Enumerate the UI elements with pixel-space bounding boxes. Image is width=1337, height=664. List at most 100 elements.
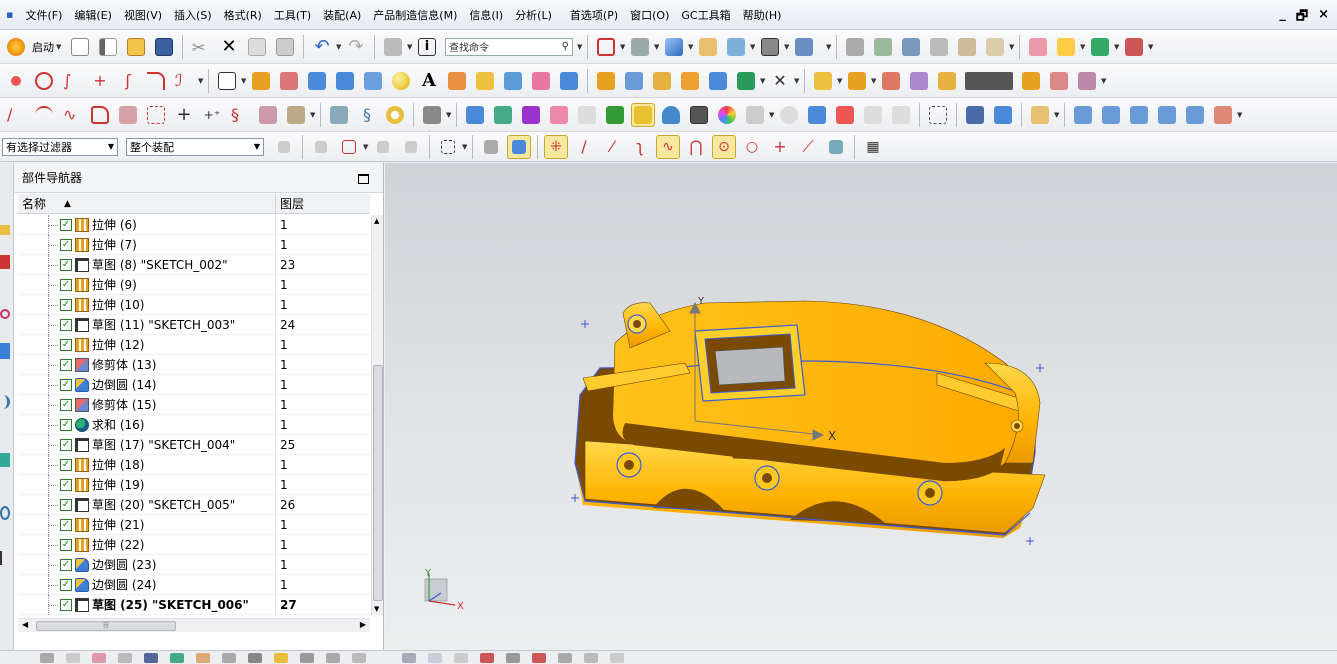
feature-tree-row[interactable]: ✓ 修剪体 (15) 1	[18, 394, 370, 415]
chevron-down-icon[interactable]: ▼	[310, 111, 316, 119]
snap-perpendicular-icon[interactable]: ⟋	[796, 135, 820, 159]
caliper-model[interactable]	[574, 300, 1046, 538]
paste-icon[interactable]	[273, 35, 297, 59]
chevron-down-icon[interactable]: ▼	[363, 143, 369, 151]
redo-icon[interactable]: ↷	[344, 35, 368, 59]
restore-icon[interactable]: 🗗	[1296, 7, 1308, 29]
menu-information[interactable]: 信息(I)	[463, 7, 509, 23]
snap-intersection-icon[interactable]: +	[768, 135, 792, 159]
analysis-icon[interactable]	[1054, 35, 1078, 59]
chevron-down-icon[interactable]: ▼	[826, 43, 832, 51]
cone-icon[interactable]	[361, 69, 385, 93]
minimize-icon[interactable]: _	[1279, 7, 1286, 29]
feature-tree-row[interactable]: ✓ 边倒圆 (24) 1	[18, 574, 370, 595]
app-icon[interactable]: ▪	[0, 8, 19, 21]
revolve-tool-icon[interactable]	[277, 69, 301, 93]
scene-icon[interactable]	[889, 103, 913, 127]
book-icon[interactable]	[622, 69, 646, 93]
info-icon[interactable]: i	[415, 35, 439, 59]
visibility-checkbox[interactable]: ✓	[60, 598, 72, 611]
assembly-constraints-icon[interactable]	[420, 103, 444, 127]
filter-4-icon[interactable]	[399, 135, 423, 159]
visibility-checkbox[interactable]: ✓	[60, 378, 72, 391]
expression-icon[interactable]	[327, 103, 351, 127]
scroll-up-icon[interactable]: ▲	[374, 217, 379, 225]
visibility-checkbox[interactable]: ✓	[60, 438, 72, 451]
visibility-checkbox[interactable]: ✓	[60, 578, 72, 591]
pattern-feature-icon[interactable]	[678, 69, 702, 93]
chevron-down-icon[interactable]: ▼	[198, 77, 204, 85]
chevron-down-icon[interactable]: ▼	[1114, 43, 1120, 51]
pocket-icon[interactable]	[501, 69, 525, 93]
pen-icon[interactable]	[519, 103, 543, 127]
stage-icon[interactable]	[861, 103, 885, 127]
part-navigator-icon[interactable]	[96, 35, 120, 59]
chevron-down-icon[interactable]: ▼	[446, 111, 452, 119]
surface-6-icon[interactable]	[1211, 103, 1235, 127]
hole-icon[interactable]	[445, 69, 469, 93]
copy-icon[interactable]	[245, 35, 269, 59]
curve-icon[interactable]	[32, 69, 56, 93]
resource-clock-icon[interactable]	[0, 506, 10, 520]
drafting-icon[interactable]	[899, 35, 923, 59]
select-body-icon[interactable]	[479, 135, 503, 159]
cylinder-icon[interactable]	[333, 69, 357, 93]
project-curve-icon[interactable]	[116, 103, 140, 127]
offset-face-icon[interactable]	[594, 69, 618, 93]
text-icon[interactable]: A	[417, 69, 441, 93]
close-icon[interactable]: ×	[1318, 7, 1329, 29]
bottom-tool-14-icon[interactable]	[402, 652, 416, 663]
measure-icon[interactable]	[1026, 35, 1050, 59]
bottom-tool-19-icon[interactable]	[532, 652, 546, 663]
chevron-down-icon[interactable]: ▼	[750, 43, 756, 51]
background-icon[interactable]	[758, 35, 782, 59]
patch-icon[interactable]	[1075, 69, 1099, 93]
split-body-icon[interactable]	[1019, 69, 1043, 93]
selection-filter-dropdown[interactable]: 有选择过滤器 ▼	[2, 137, 118, 156]
highlight-icon[interactable]	[631, 102, 655, 127]
bottom-tool-9-icon[interactable]	[248, 652, 262, 663]
visibility-checkbox[interactable]: ✓	[60, 558, 72, 571]
snap-existing-icon[interactable]	[824, 135, 848, 159]
studio-spline-icon[interactable]: ∿	[60, 103, 84, 127]
sphere-icon[interactable]	[389, 69, 413, 93]
chevron-down-icon[interactable]: ▼	[794, 77, 800, 85]
bottom-tool-3-icon[interactable]	[92, 652, 106, 663]
bottom-tool-4-icon[interactable]	[118, 652, 132, 663]
visibility-checkbox[interactable]: ✓	[60, 218, 72, 231]
chevron-down-icon[interactable]: ▼	[577, 43, 583, 51]
visibility-checkbox[interactable]: ✓	[60, 418, 72, 431]
menu-assembly[interactable]: 装配(A)	[317, 7, 367, 23]
bottom-tool-20-icon[interactable]	[558, 652, 572, 663]
visibility-checkbox[interactable]: ✓	[60, 498, 72, 511]
repeat-command-icon[interactable]	[381, 35, 405, 59]
point-icon[interactable]	[4, 69, 28, 93]
bottom-tool-22-icon[interactable]	[610, 652, 624, 663]
cross-curve-icon[interactable]: +	[88, 69, 112, 93]
chevron-down-icon[interactable]: ▼	[769, 111, 775, 119]
bottom-tool-18-icon[interactable]	[506, 652, 520, 663]
decal-icon[interactable]	[833, 103, 857, 127]
spring-icon[interactable]: §	[355, 103, 379, 127]
snap-point-icon[interactable]	[337, 135, 361, 159]
bottom-tool-17-icon[interactable]	[480, 652, 494, 663]
point-set-icon[interactable]: +	[172, 103, 196, 127]
trim-icon[interactable]	[935, 69, 959, 93]
bottom-tool-5-icon[interactable]	[144, 652, 158, 663]
scroll-right-icon[interactable]: ▶	[360, 620, 366, 629]
visibility-checkbox[interactable]: ✓	[60, 278, 72, 291]
menu-view[interactable]: 视图(V)	[118, 7, 168, 23]
render-style-icon[interactable]	[628, 35, 652, 59]
feature-tree-row[interactable]: ✓ 拉伸 (9) 1	[18, 274, 370, 295]
feature-tree-row[interactable]: ✓ 草图 (11) "SKETCH_003" 24	[18, 314, 370, 335]
feature-tree-row[interactable]: ✓ 拉伸 (18) 1	[18, 454, 370, 475]
feature-tree-row[interactable]: ✓ 求和 (16) 1	[18, 414, 370, 435]
visibility-checkbox[interactable]: ✓	[60, 298, 72, 311]
visibility-checkbox[interactable]: ✓	[60, 478, 72, 491]
snap-tangent-icon[interactable]: ʅ	[628, 135, 652, 159]
cut-icon[interactable]: ✂	[189, 35, 213, 59]
surface-1-icon[interactable]	[1071, 103, 1095, 127]
move-to-layer-icon[interactable]	[724, 35, 748, 59]
snap-curve-icon[interactable]: ∿	[656, 134, 680, 159]
menu-format[interactable]: 格式(R)	[218, 7, 268, 23]
